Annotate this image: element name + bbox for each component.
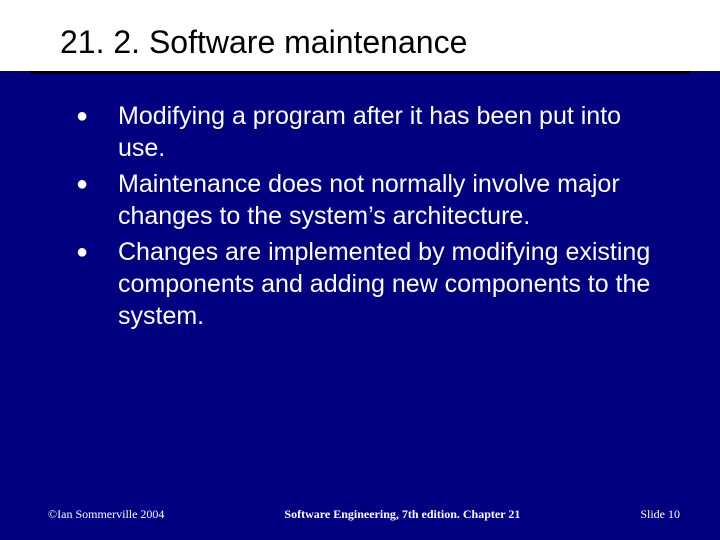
list-item: ● Modifying a program after it has been … — [70, 100, 672, 164]
slide-footer: ©Ian Sommerville 2004 Software Engineeri… — [0, 507, 720, 522]
list-item: ● Changes are implemented by modifying e… — [70, 236, 672, 332]
bullet-icon: ● — [70, 168, 118, 200]
footer-slide-number: Slide 10 — [640, 507, 680, 522]
bullet-text: Modifying a program after it has been pu… — [118, 100, 672, 164]
slide: 21. 2. Software maintenance ● Modifying … — [0, 0, 720, 540]
bullet-icon: ● — [70, 100, 118, 132]
bullet-icon: ● — [70, 236, 118, 268]
bullet-text: Maintenance does not normally involve ma… — [118, 168, 672, 232]
bullet-text: Changes are implemented by modifying exi… — [118, 236, 672, 332]
slide-title: 21. 2. Software maintenance — [0, 0, 720, 71]
list-item: ● Maintenance does not normally involve … — [70, 168, 672, 232]
footer-copyright: ©Ian Sommerville 2004 — [48, 507, 164, 522]
slide-body: ● Modifying a program after it has been … — [0, 74, 720, 332]
footer-title: Software Engineering, 7th edition. Chapt… — [284, 507, 520, 522]
